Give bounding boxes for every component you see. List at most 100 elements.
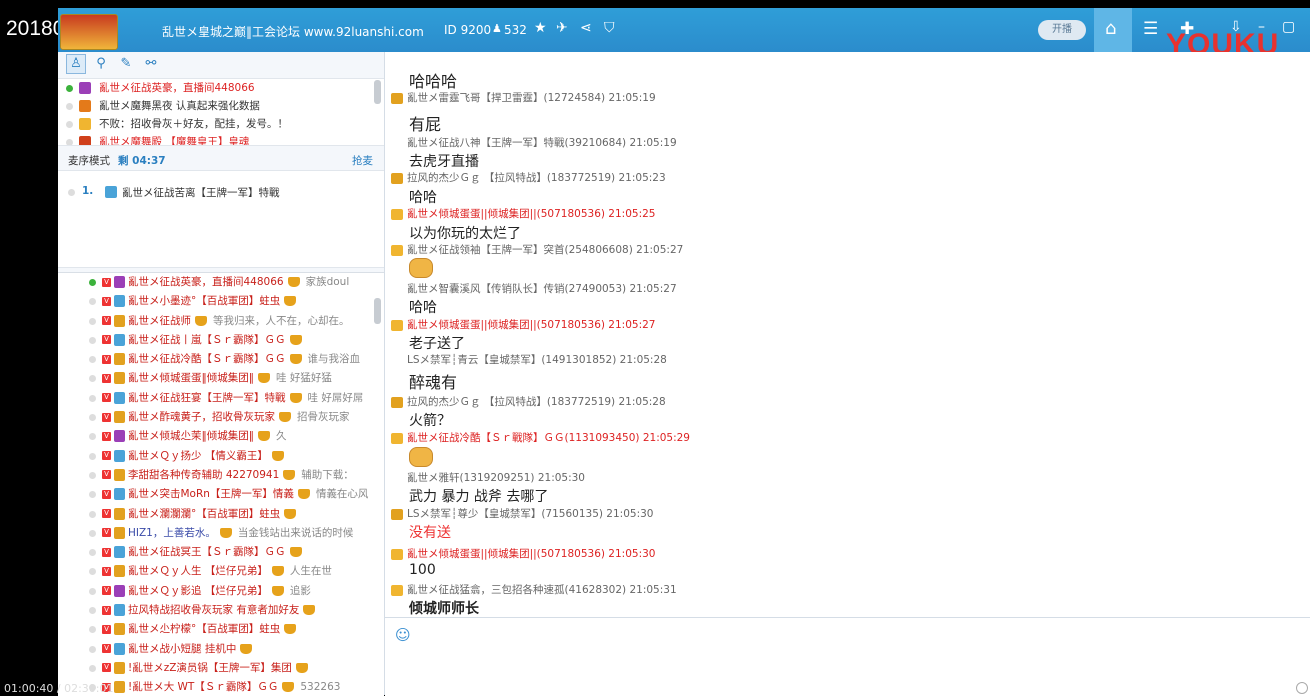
channel-item[interactable]: 不败：招收骨灰＋好友，配挂，发号。！ — [58, 115, 384, 133]
user-signature: 情義在心风 — [315, 488, 369, 501]
search-icon[interactable]: ⚯ — [141, 54, 161, 74]
maximize-icon[interactable]: ▢ — [1282, 19, 1295, 35]
message-sender[interactable]: 亂世メ雷霆飞哥【捍卫雷霆】(12724584) 21:05:19 — [391, 90, 656, 105]
message-sender[interactable]: 亂世メ征战冷酷【Ｓｒ戰隊】ＧＧ(1131093450) 21:05:29 — [391, 430, 690, 445]
message-sender[interactable]: 亂世メ倾城蛋蛋||倾城集团||(507180536) 21:05:25 — [391, 206, 655, 221]
user-name: 亂世メ征战冥王【Ｓｒ霸隊】ＧＧ — [128, 546, 286, 559]
message-sender[interactable]: 亂世メ征战领袖【王牌一军】突首(254806608) 21:05:27 — [391, 242, 683, 257]
user-list-item[interactable]: V 亂世メ征战丨嵐【Ｓｒ霸隊】ＧＧ — [58, 331, 384, 350]
message-sender[interactable]: LSメ禁军┆青云【皇城禁军】(1491301852) 21:05:28 — [391, 352, 667, 367]
shield-icon[interactable]: ⛉ — [604, 20, 615, 36]
user-badge-icon — [114, 546, 125, 559]
vip-icon: V — [102, 586, 111, 596]
channel-item-label: 亂世メ征战英豪，直播间448066 — [99, 82, 255, 94]
star-icon[interactable]: ★ — [534, 20, 547, 36]
user-name: 李甜甜各种传奇辅助 42270941 — [128, 468, 280, 481]
user-list-item[interactable]: V 亂世メ酢魂黄子，招收骨灰玩家 招骨灰玩家 — [58, 408, 384, 427]
home-tab[interactable]: ⌂ — [1094, 8, 1132, 52]
user-list-item[interactable]: V 拉风特战招收骨灰玩家 有意者加好友 — [58, 601, 384, 620]
user-list-item[interactable]: V 亂世メ战小短腿 挂机中 — [58, 640, 384, 659]
vip-icon: V — [102, 335, 111, 345]
message-sender[interactable]: 拉风的杰少Ｇｇ 【拉风特战】(183772519) 21:05:28 — [391, 394, 666, 409]
channel-item-label: 亂世メ魔舞黑夜 认真起来强化数据 — [99, 100, 260, 112]
status-dot — [89, 414, 96, 422]
channel-item[interactable]: 亂世メ魔舞黑夜 认真起来强化数据 — [58, 97, 384, 115]
status-dot — [66, 120, 73, 128]
message-sender[interactable]: LSメ禁军┆尊少【皇城禁军】(71560135) 21:05:30 — [391, 506, 653, 521]
queue-user-name[interactable]: 亂世メ征战苦离【王牌一军】特戰 — [122, 185, 280, 200]
user-list-item[interactable]: V 亂世メ瀾瀾瀾°【百战軍团】蛀虫 — [58, 505, 384, 524]
user-list: V 亂世メ征战英豪，直播间448066 家族doul V 亂世メ小墨迹°【百战軍团】蛀虫… — [58, 272, 384, 696]
status-dot — [89, 549, 96, 557]
list-icon[interactable]: ☰ — [1143, 19, 1158, 39]
user-list-item[interactable]: V 亂世メ征战师 等我归来，人不在，心却在。 — [58, 312, 384, 331]
sender-line: 亂世メ倾城蛋蛋||倾城集团||(507180536) 21:05:25 — [407, 208, 656, 220]
message-sender[interactable]: 亂世メ征战八神【王牌一军】特戰(39210684) 21:05:19 — [391, 135, 677, 150]
message-sender[interactable]: 亂世メ倾城蛋蛋||倾城集团||(507180536) 21:05:27 — [391, 317, 655, 332]
user-list-item[interactable]: V 李甜甜各种传奇辅助 42270941 辅助下载： — [58, 466, 384, 485]
message-sender[interactable]: 亂世メ雅轩(1319209251) 21:05:30 — [391, 470, 585, 485]
queue-remaining: 剩 04:37 — [118, 155, 166, 167]
emoji-icon[interactable]: ☺ — [395, 626, 411, 644]
crown-icon — [303, 605, 316, 616]
channel-list-scrollbar[interactable] — [374, 80, 381, 104]
status-dot — [66, 102, 73, 110]
user-list-item[interactable]: V 亂世メＱｙ人生 【烂仔兄弟】 人生在世 — [58, 562, 384, 581]
message-sender[interactable]: 拉风的杰少Ｇｇ 【拉风特战】(183772519) 21:05:23 — [391, 170, 666, 185]
resize-handle[interactable] — [1296, 682, 1308, 694]
chat-input[interactable]: ☺ — [385, 617, 1310, 696]
sender-badge-icon — [391, 244, 403, 256]
user-list-item[interactable]: V 亂世メ尐柠檬°【百战軍团】蛀虫 — [58, 620, 384, 639]
user-list-item[interactable]: V 亂世メ倾城尐茉‖倾城集团‖ 久 — [58, 427, 384, 446]
user-name: 亂世メ突击MoRn【王牌一军】情義 — [128, 488, 294, 501]
user-signature: 532263 — [300, 681, 341, 694]
channel-item[interactable]: 亂世メ魔舞殿 【魔舞皇王】皇魂 — [58, 133, 384, 145]
sender-badge-icon — [391, 284, 403, 295]
vip-icon: V — [102, 644, 111, 654]
sender-line: 亂世メ雅轩(1319209251) 21:05:30 — [407, 472, 585, 484]
grab-mic-button[interactable]: 抢麦 — [352, 153, 373, 168]
message-sender[interactable]: 亂世メ倾城蛋蛋||倾城集团||(507180536) 21:05:30 — [391, 546, 655, 561]
location-icon[interactable]: ⚲ — [91, 54, 111, 74]
live-toggle[interactable]: 开播 — [1038, 20, 1086, 40]
message-sender[interactable]: 亂世メ智囊溪风【传销队长】传销(27490053) 21:05:27 — [391, 281, 677, 296]
status-dot — [89, 394, 96, 402]
user-badge-icon — [114, 391, 125, 404]
message-text: 哈哈 — [409, 190, 437, 206]
user-list-item[interactable]: V !亂世メzZ演员锅【王牌一军】集团 — [58, 659, 384, 678]
user-list-item[interactable]: V 亂世メ征战冷酷【Ｓｒ霸隊】ＧＧ 谁与我浴血 — [58, 350, 384, 369]
queue-status-dot — [68, 189, 75, 196]
user-list-item[interactable]: V 亂世メＱｙ扬少 【情义霸王】 — [58, 447, 384, 466]
message-sender[interactable]: 亂世メ征战猛翕，三包招各种速孤(41628302) 21:05:31 — [391, 582, 677, 597]
user-list-item[interactable]: V 亂世メ突击MoRn【王牌一军】情義 情義在心风 — [58, 485, 384, 504]
user-icon[interactable]: ♙ — [66, 54, 86, 74]
edit-icon[interactable]: ✎ — [116, 54, 136, 74]
share-icon[interactable]: ⋖ — [580, 20, 592, 36]
user-list-item[interactable]: V 亂世メ征战狂宴【王牌一军】特戰 哇 好屌好屌 — [58, 389, 384, 408]
user-list-scrollbar[interactable] — [374, 298, 381, 324]
vip-icon: V — [102, 431, 111, 441]
user-list-item[interactable]: V 亂世メＱｙ影追 【烂仔兄弟】 追影 — [58, 582, 384, 601]
channel-badge-icon — [79, 82, 91, 94]
crown-icon — [284, 508, 297, 519]
sender-badge-icon — [391, 92, 403, 104]
crown-icon — [282, 682, 295, 693]
sender-line: 亂世メ倾城蛋蛋||倾城集团||(507180536) 21:05:27 — [407, 319, 656, 331]
channel-item[interactable]: 亂世メ征战英豪，直播间448066 — [58, 79, 384, 97]
user-name: 亂世メＱｙ人生 【烂仔兄弟】 — [128, 565, 268, 578]
user-signature: 等我归来，人不在，心却在。 — [213, 314, 350, 327]
message-text: 哈哈哈 — [409, 72, 458, 91]
channel-list: 亂世メ征战英豪，直播间448066 亂世メ魔舞黑夜 认真起来强化数据不败：招收骨灰… — [58, 78, 384, 146]
user-list-item[interactable]: V HIZ1，上善若水。 当金钱站出来说话的时候 — [58, 524, 384, 543]
user-list-item[interactable]: V 亂世メ小墨迹°【百战軍团】蛀虫 — [58, 292, 384, 311]
vip-icon: V — [102, 393, 111, 403]
user-list-item[interactable]: V 亂世メ倾城蛋蛋‖倾城集团‖ 哇 好猛好猛 — [58, 369, 384, 388]
plane-icon[interactable]: ✈ — [556, 20, 568, 36]
user-badge-icon — [114, 507, 125, 520]
message-text: 火箭？ — [409, 413, 451, 429]
user-name: 亂世メ倾城蛋蛋‖倾城集团‖ — [128, 372, 254, 385]
user-list-item[interactable]: V 亂世メ征战冥王【Ｓｒ霸隊】ＧＧ — [58, 543, 384, 562]
crown-icon — [289, 392, 302, 403]
sender-badge-icon — [391, 319, 403, 331]
user-list-item[interactable]: V 亂世メ征战英豪，直播间448066 家族doul — [58, 273, 384, 292]
